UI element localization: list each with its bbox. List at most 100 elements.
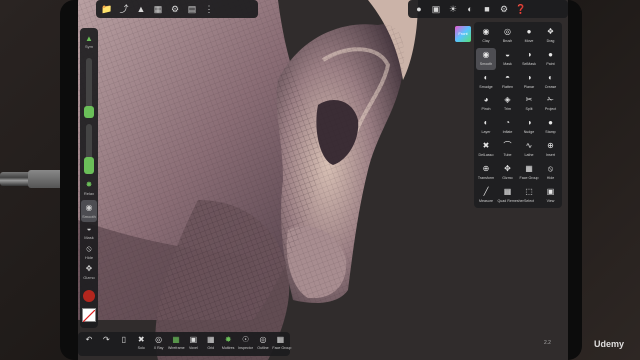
hide-icon: ⦸ bbox=[547, 163, 554, 173]
hide-icon[interactable]: ⦸ bbox=[82, 244, 96, 254]
tool-selmask[interactable]: ◑ SelMask bbox=[519, 48, 539, 70]
tool-lathe[interactable]: ∿ Lathe bbox=[519, 139, 539, 161]
tool-label: Smudge bbox=[479, 84, 493, 89]
bottom-undo-button[interactable]: ↶ bbox=[81, 334, 97, 346]
tool-label: Trim bbox=[503, 107, 512, 112]
tool-hide[interactable]: ⦸ Hide bbox=[541, 162, 561, 184]
tool-view[interactable]: ▣ View bbox=[541, 185, 561, 207]
tool-split[interactable]: ✂ Split bbox=[519, 93, 539, 115]
tool-crease[interactable]: ◐ Crease bbox=[541, 71, 561, 93]
color-swatch[interactable] bbox=[83, 290, 95, 302]
settings-icon[interactable]: ⚙ bbox=[497, 2, 511, 16]
sphere-icon[interactable]: ● bbox=[412, 2, 426, 16]
mask-icon[interactable]: ◒ bbox=[82, 224, 96, 233]
tool-stamp[interactable]: ● Stamp bbox=[541, 116, 561, 138]
bottom-grid-button[interactable]: ▦ Grid bbox=[203, 334, 219, 350]
bottom-tablet-button[interactable]: ▯ bbox=[116, 334, 132, 346]
tool-clay[interactable]: ◉ Clay bbox=[476, 25, 496, 47]
tool-label: SelMask bbox=[522, 61, 536, 66]
lights-icon[interactable]: ☀ bbox=[446, 2, 460, 16]
bottom-label: Multires bbox=[221, 346, 235, 350]
tool-label: Hide bbox=[546, 175, 555, 180]
symmetry-icon[interactable]: ▲ bbox=[82, 34, 96, 43]
tool-layer[interactable]: ◐ Layer bbox=[476, 116, 496, 138]
more-icon[interactable]: ⋮ bbox=[202, 2, 216, 16]
left-sidebar: ▲ Sym ✸ Relax ◉ Smooth ◒ Mask ⦸ Hide ✥ G… bbox=[80, 28, 98, 328]
tool-label: Clay bbox=[482, 39, 490, 43]
relax-label: Relax bbox=[83, 191, 95, 196]
tool-label: Mask bbox=[503, 61, 512, 66]
gear-icon[interactable]: ⚙ bbox=[168, 2, 182, 16]
help-icon[interactable]: ❓ bbox=[514, 2, 528, 16]
bottom-label: Wireframe bbox=[168, 346, 185, 350]
clay-icon: ◉ bbox=[482, 27, 490, 36]
tool-quad-remesher[interactable]: ▦ Quad Remesher bbox=[498, 185, 524, 207]
bottom-outline-button[interactable]: ◎ Outline bbox=[255, 334, 271, 350]
tool-label: Measure bbox=[479, 198, 493, 203]
tool-pinch[interactable]: ◕ Pinch bbox=[476, 93, 496, 115]
tool-face-group[interactable]: ▦ Face Group bbox=[519, 162, 539, 184]
bottom-inspector-button[interactable]: ☉ Inspector bbox=[238, 334, 254, 350]
tool-transform[interactable]: ⊕ Transform bbox=[476, 162, 496, 184]
orientation-cube[interactable]: Front bbox=[455, 26, 471, 42]
tool-brush[interactable]: ◎ Brush bbox=[498, 25, 518, 47]
planar-icon: ◑ bbox=[526, 72, 532, 82]
tool-measure[interactable]: ╱ Measure bbox=[476, 185, 496, 207]
bottom-label: Voxel bbox=[188, 346, 198, 350]
bottom-redo-button[interactable]: ↷ bbox=[98, 334, 114, 346]
bottom-voxel-button[interactable]: ▣ Voxel bbox=[185, 334, 201, 350]
insert-icon: ⊕ bbox=[547, 141, 554, 150]
tool-label: Select bbox=[524, 198, 534, 203]
tool-tube[interactable]: ⌒ Tube bbox=[498, 139, 518, 161]
material-icon[interactable]: ◐ bbox=[463, 2, 477, 16]
tool-smudge[interactable]: ◐ Smudge bbox=[476, 71, 496, 93]
mask-label: Mask bbox=[84, 235, 94, 240]
tool-paint[interactable]: ● Paint bbox=[541, 48, 561, 70]
bottom-facegroup-button[interactable]: ▦ Face Group bbox=[272, 334, 291, 350]
multires-icon: ✸ bbox=[224, 335, 232, 344]
tool-label: Face Group bbox=[519, 175, 539, 180]
scene-icon[interactable]: ▲ bbox=[134, 2, 148, 16]
tool-nudge[interactable]: ◑ Nudge bbox=[519, 116, 539, 138]
bottom-xray-button[interactable]: ◎ X Ray bbox=[151, 334, 167, 350]
quad-remesher-icon: ▦ bbox=[503, 186, 512, 196]
layers-icon[interactable]: ▤ bbox=[185, 2, 199, 16]
bottom-wireframe-button[interactable]: ▦ Wireframe bbox=[168, 334, 185, 350]
material-swatch[interactable] bbox=[82, 308, 96, 323]
tool-insert[interactable]: ⊕ Insert bbox=[541, 139, 561, 161]
gizmo-icon[interactable]: ✥ bbox=[82, 264, 96, 273]
undo-icon: ↶ bbox=[85, 335, 93, 344]
tool-smooth[interactable]: ◉ Smooth bbox=[476, 47, 496, 70]
no-material-icon bbox=[82, 309, 96, 323]
pinch-icon: ◕ bbox=[483, 95, 489, 105]
tool-project[interactable]: ✁ Project bbox=[541, 93, 561, 115]
smooth-icon[interactable]: ◉ bbox=[82, 203, 96, 212]
tool-label: Inflate bbox=[502, 130, 513, 135]
tool-dellasso[interactable]: ✖ DelLasso bbox=[476, 139, 496, 161]
tool-inflate[interactable]: ◔ Inflate bbox=[498, 116, 518, 138]
relax-icon[interactable]: ✸ bbox=[82, 180, 96, 189]
tool-trim[interactable]: ◈ Trim bbox=[498, 93, 518, 115]
display-icon[interactable]: ■ bbox=[480, 2, 494, 16]
selmask-icon: ◑ bbox=[526, 49, 532, 59]
tool-planar[interactable]: ◑ Planar bbox=[519, 71, 539, 93]
bottom-solo-button[interactable]: ✖ Solo bbox=[133, 334, 149, 350]
camera-icon[interactable]: ▣ bbox=[429, 2, 443, 16]
tool-label: Gizmo bbox=[502, 175, 513, 180]
tool-gizmo[interactable]: ✥ Gizmo bbox=[498, 162, 518, 184]
share-icon[interactable]: ⤴ bbox=[117, 2, 131, 16]
tool-mask[interactable]: ◒ Mask bbox=[498, 48, 518, 70]
tool-select[interactable]: ⬚ Select bbox=[519, 185, 539, 207]
move-icon: ● bbox=[526, 27, 532, 36]
grid-icon[interactable]: ▦ bbox=[151, 2, 165, 16]
paint-icon: ● bbox=[548, 49, 553, 59]
solo-icon: ✖ bbox=[137, 335, 145, 344]
bottom-multires-button[interactable]: ✸ Multires bbox=[220, 334, 236, 350]
bottom-toolbar: ↶ ↷ ▯ ✖ Solo ◎ X Ray ▦ Wireframe ▣ Voxel ▦ Grid ✸ Mult… bbox=[78, 332, 291, 356]
view-icon: ▣ bbox=[546, 186, 555, 196]
tool-move[interactable]: ● Move bbox=[519, 25, 539, 47]
folder-icon[interactable]: 📁 bbox=[100, 2, 114, 16]
tool-label: Split bbox=[525, 107, 533, 112]
tool-drag[interactable]: ❖ Drag bbox=[541, 25, 561, 47]
tool-flatten[interactable]: ◓ Flatten bbox=[498, 71, 518, 93]
